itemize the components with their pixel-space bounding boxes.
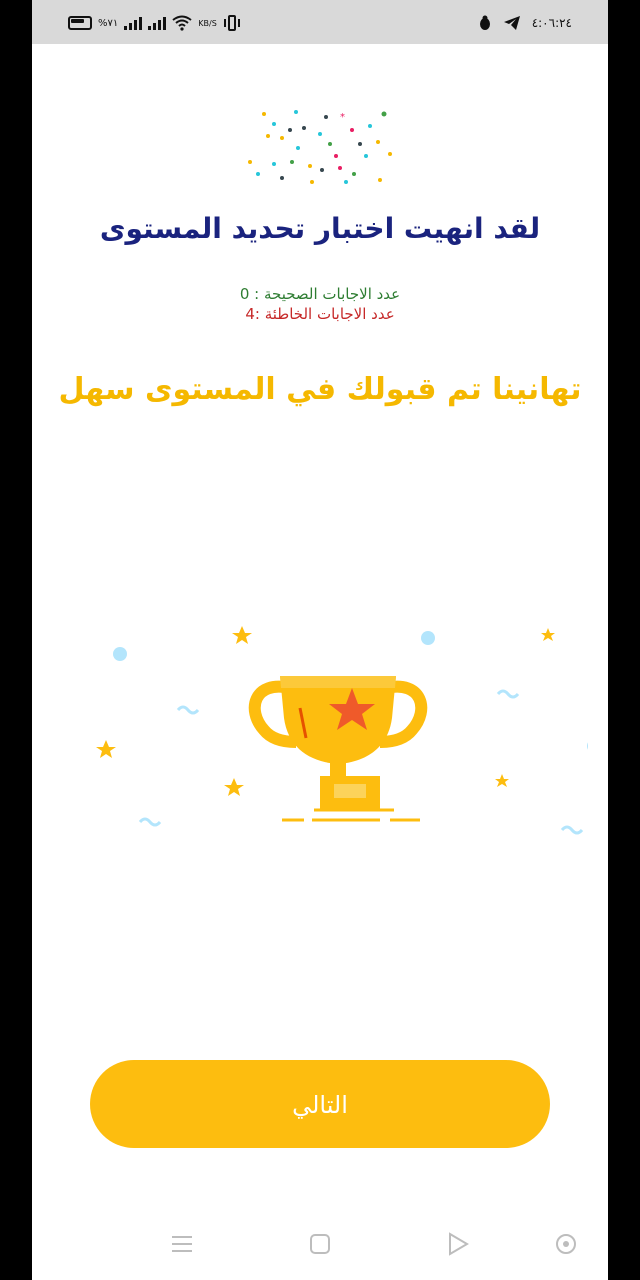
dot-decoration (421, 631, 435, 645)
star-decoration (541, 628, 555, 641)
congrats-message: تهانينا تم قبولك في المستوى سهل (58, 372, 582, 407)
next-button[interactable]: التالي (90, 1060, 550, 1148)
phone-screen: %٧١ KB/S ٤:٠٦:٢٤ * لقد انهيت اختبار تحدي… (32, 0, 608, 1280)
battery-percent: %٧١ (98, 17, 119, 29)
dot-decoration (113, 647, 127, 661)
signal-icon (124, 16, 143, 30)
network-speed: KB/S (198, 18, 217, 28)
page-title: لقد انهيت اختبار تحديد المستوى (99, 212, 541, 245)
status-left: %٧١ KB/S (68, 15, 241, 31)
assist-circle-icon[interactable] (554, 1229, 582, 1259)
dot-decoration (587, 742, 588, 750)
vibrate-icon (223, 15, 241, 31)
svg-text:*: * (340, 112, 345, 123)
star-decoration (224, 778, 244, 796)
squiggle-decoration (138, 817, 162, 827)
trophy-illustration (96, 626, 588, 835)
home-square-icon[interactable] (308, 1229, 336, 1259)
status-bar: %٧١ KB/S ٤:٠٦:٢٤ (32, 0, 608, 44)
trophy-icon (248, 676, 428, 822)
star-decoration (232, 626, 252, 644)
squiggle-decoration (496, 689, 520, 699)
wrong-answers-count: عدد الاجابات الخاطئة :4 (245, 305, 395, 323)
clock: ٤:٠٦:٢٤ (531, 16, 572, 30)
correct-answers-count: عدد الاجابات الصحيحة : 0 (239, 285, 401, 303)
signal-icon-2 (148, 16, 167, 30)
telegram-icon (503, 16, 520, 30)
confetti-decoration: * (248, 110, 392, 184)
menu-icon[interactable] (170, 1229, 198, 1259)
wifi-icon (172, 15, 192, 31)
star-decoration (495, 774, 509, 787)
squiggle-decoration (560, 825, 584, 835)
status-right: ٤:٠٦:٢٤ (478, 15, 572, 31)
battery-icon (68, 16, 92, 30)
star-decoration (96, 740, 116, 758)
bug-icon (478, 15, 492, 31)
back-triangle-icon[interactable] (446, 1229, 474, 1259)
results-summary: عدد الاجابات الصحيحة : 0 عدد الاجابات ال… (32, 284, 608, 324)
system-nav-bar (32, 1215, 608, 1275)
squiggle-decoration (176, 705, 200, 715)
